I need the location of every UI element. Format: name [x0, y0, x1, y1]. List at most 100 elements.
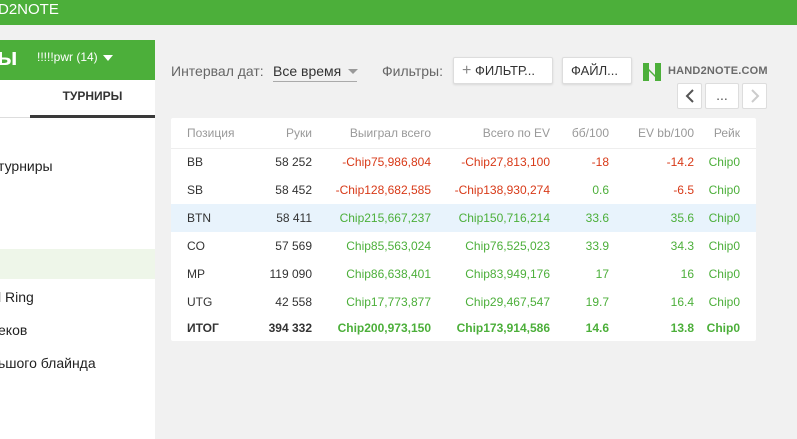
- filter-button[interactable]: + ФИЛЬТР...: [453, 57, 553, 84]
- hand2note-logo-icon: [643, 63, 661, 81]
- table-row-selected[interactable]: BTN 58 411 Chip215,667,237 Chip150,716,2…: [171, 204, 756, 232]
- col-header-rake[interactable]: Рейк: [694, 118, 756, 149]
- cell-won: -Chip128,682,585: [335, 183, 431, 197]
- sidebar-item-ring[interactable]: l Ring: [0, 289, 155, 309]
- cell-bb100: -18: [591, 155, 609, 170]
- col-header-evbb100[interactable]: EV bb/100: [609, 118, 694, 149]
- cell-hands: 57 569: [275, 239, 312, 253]
- cell-evbb100: 35.6: [609, 204, 694, 232]
- table-row[interactable]: MP 119 090 Chip86,638,401 Chip83,949,176…: [171, 260, 756, 288]
- cell-bb100: 33.6: [550, 204, 609, 232]
- cell-bb100: 17: [595, 267, 609, 281]
- page-title: ы: [0, 44, 18, 71]
- cell-rake: Chip0: [706, 321, 740, 335]
- filter-bar: Интервал дат: Все время Фильтры: + ФИЛЬТ…: [171, 55, 771, 85]
- col-header-won[interactable]: Выиграл всего: [312, 118, 431, 149]
- cell-evbb100: 16.4: [670, 295, 694, 309]
- cell-evbb100: 16: [680, 267, 694, 281]
- col-header-hands[interactable]: Руки: [256, 118, 312, 149]
- table-total-row: ИТОГ 394 332 Chip200,973,150 Chip173,914…: [171, 316, 756, 340]
- cell-rake: Chip0: [708, 295, 740, 309]
- cell-ev: Chip83,949,176: [465, 267, 550, 281]
- cell-ev: Chip76,525,023: [465, 239, 550, 253]
- cell-ev: -Chip138,930,274: [454, 183, 550, 197]
- table-row[interactable]: UTG 42 558 Chip17,773,877 Chip29,467,547…: [171, 288, 756, 316]
- cell-bb100: 0.6: [592, 183, 609, 197]
- cell-hands: 119 090: [269, 267, 313, 281]
- sidebar-item-label: l Ring: [0, 289, 34, 305]
- cell-bb100: 19.7: [585, 295, 609, 309]
- interval-value: Все время: [273, 63, 342, 79]
- cell-position: UTG: [187, 295, 213, 309]
- sidebar-item-label: турниры: [0, 158, 53, 174]
- cell-rake: Chip0: [708, 267, 740, 281]
- sidebar: ТУРНИРЫ турниры l Ring еков ьшого блайнд…: [0, 80, 155, 439]
- cell-hands: 58 452: [275, 183, 312, 197]
- filters-label: Фильтры:: [382, 63, 443, 79]
- player-selector[interactable]: !!!!!pwr (14): [37, 50, 98, 64]
- cell-rake: Chip0: [694, 204, 756, 232]
- cell-hands: 58 411: [256, 204, 312, 232]
- sidebar-item-big-blind[interactable]: ьшого блайнда: [0, 355, 155, 375]
- page-ellipsis-button[interactable]: ...: [705, 83, 739, 109]
- col-header-ev[interactable]: Всего по EV: [431, 118, 550, 149]
- cell-evbb100: 34.3: [670, 239, 694, 253]
- sidebar-tabs: ТУРНИРЫ: [0, 80, 155, 118]
- interval-dropdown[interactable]: Все время: [273, 63, 358, 82]
- cell-position: MP: [187, 267, 205, 281]
- cell-won: Chip86,638,401: [346, 267, 431, 281]
- cell-hands: 42 558: [275, 295, 312, 309]
- file-button-label: ФАЙЛ...: [571, 63, 618, 78]
- chevron-right-icon: [750, 89, 759, 103]
- table-row[interactable]: CO 57 569 Chip85,563,024 Chip76,525,023 …: [171, 232, 756, 260]
- table-row[interactable]: BB 58 252 -Chip75,986,804 -Chip27,813,10…: [171, 148, 756, 176]
- prev-button[interactable]: [677, 83, 702, 109]
- cell-position: BTN: [171, 204, 256, 232]
- cell-ev: Chip29,467,547: [465, 295, 550, 309]
- next-button[interactable]: [742, 83, 767, 109]
- cell-evbb100: 13.8: [670, 321, 694, 335]
- sidebar-item-selected[interactable]: [0, 249, 155, 279]
- cell-evbb100: -14.2: [666, 155, 694, 170]
- cell-ev: -Chip27,813,100: [461, 155, 550, 170]
- cell-rake: Chip0: [708, 183, 740, 197]
- cell-evbb100: -6.5: [673, 183, 694, 197]
- logo-text: HAND2NOTE.COM: [668, 65, 768, 77]
- cell-position: CO: [187, 239, 205, 253]
- app-titlebar: D2NOTE: [0, 0, 797, 25]
- col-header-bb100[interactable]: бб/100: [550, 118, 609, 149]
- cell-bb100: 14.6: [585, 321, 609, 335]
- cell-rake: Chip0: [708, 239, 740, 253]
- cell-hands: 58 252: [275, 155, 312, 170]
- col-header-position[interactable]: Позиция: [171, 118, 256, 149]
- tab-tournaments[interactable]: ТУРНИРЫ: [30, 80, 155, 118]
- cell-ev: Chip173,914,586: [456, 321, 550, 335]
- cell-ev: Chip150,716,214: [431, 204, 550, 232]
- file-button[interactable]: ФАЙЛ...: [562, 57, 632, 84]
- chevron-down-icon: [348, 69, 358, 74]
- cell-won: -Chip75,986,804: [342, 155, 431, 170]
- sidebar-item-label: еков: [0, 322, 28, 338]
- sidebar-item-tournaments[interactable]: турниры: [0, 158, 155, 178]
- cell-position: BB: [187, 155, 204, 170]
- cell-won: Chip85,563,024: [346, 239, 431, 253]
- cell-won: Chip17,773,877: [346, 295, 431, 309]
- cell-won: Chip200,973,150: [337, 321, 431, 335]
- app-title: D2NOTE: [0, 1, 59, 18]
- sidebar-item-players[interactable]: еков: [0, 322, 155, 342]
- table-row[interactable]: SB 58 452 -Chip128,682,585 -Chip138,930,…: [171, 176, 756, 204]
- cell-rake: Chip0: [708, 155, 740, 170]
- hand2note-logo: HAND2NOTE.COM: [641, 61, 771, 81]
- filter-button-label: ФИЛЬТР...: [474, 63, 535, 78]
- cell-position: ИТОГ: [187, 321, 219, 335]
- chevron-down-icon[interactable]: [103, 55, 113, 61]
- cell-position: SB: [187, 183, 204, 197]
- sidebar-item-label: ьшого блайнда: [0, 355, 96, 371]
- interval-label: Интервал дат:: [171, 63, 264, 79]
- chevron-left-icon: [685, 89, 694, 103]
- stats-table: Позиция Руки Выиграл всего Всего по EV б…: [171, 118, 756, 340]
- cell-hands: 394 332: [268, 321, 312, 335]
- cell-bb100: 33.9: [585, 239, 609, 253]
- cell-won: Chip215,667,237: [312, 204, 431, 232]
- stats-table-card: Позиция Руки Выиграл всего Всего по EV б…: [171, 118, 756, 341]
